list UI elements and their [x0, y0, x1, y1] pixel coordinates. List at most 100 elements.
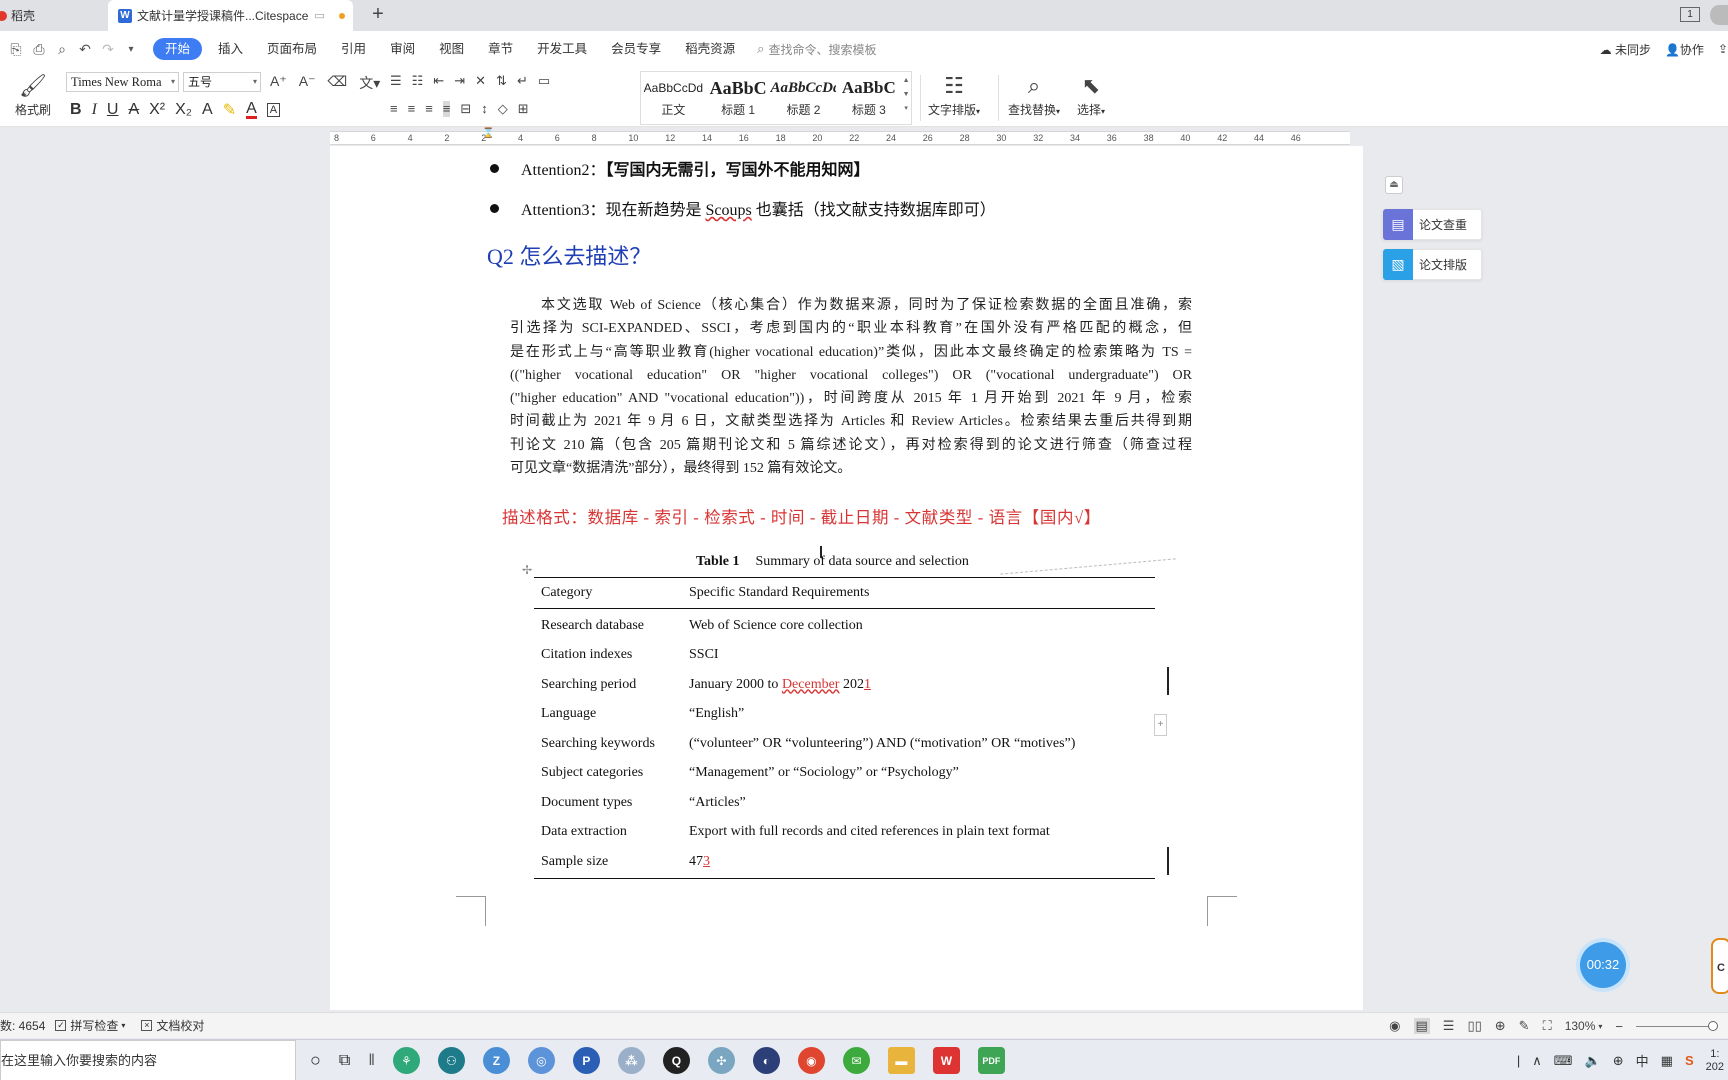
style-heading-3[interactable]: AaBbC 标题 3: [836, 72, 901, 124]
ime-icon[interactable]: 中: [1636, 1051, 1649, 1070]
zoom-slider-knob[interactable]: [1708, 1020, 1718, 1031]
menu-chapter[interactable]: 章节: [476, 38, 525, 60]
format-brush-button[interactable]: 🖌 格式刷: [12, 71, 54, 118]
borders-icon[interactable]: ⊞: [518, 101, 529, 117]
table-cell-category[interactable]: Searching keywords: [534, 736, 689, 752]
reading-view-icon[interactable]: ▯▯: [1467, 1018, 1481, 1034]
pls-app-icon[interactable]: P: [572, 1047, 600, 1074]
indent-marker-icon[interactable]: ⌛: [482, 128, 494, 144]
table-header-cell[interactable]: Category: [534, 585, 689, 601]
collapse-panel-button[interactable]: ⏏: [1385, 176, 1403, 194]
taskbar-search-input[interactable]: 在这里输入你要搜索的内容: [0, 1040, 296, 1080]
decrease-indent-icon[interactable]: ⇤: [433, 73, 444, 89]
more-icon[interactable]: ▾: [123, 44, 139, 55]
shrink-font-icon[interactable]: A⁻: [299, 73, 316, 93]
tab-document[interactable]: W 文献计量学授课稿件...Citespace ▭: [108, 0, 353, 31]
menu-page-layout[interactable]: 页面布局: [255, 38, 329, 60]
zoom-out-icon[interactable]: −: [1615, 1019, 1623, 1034]
cortana-icon[interactable]: ○: [310, 1050, 321, 1071]
subscript-icon[interactable]: X₂: [175, 101, 192, 119]
table-cell-value[interactable]: January 2000 to December 2021: [689, 677, 1155, 693]
align-left-icon[interactable]: ≡: [390, 101, 398, 117]
style-heading-2[interactable]: AaBbCcDd 标题 2: [770, 72, 836, 124]
task-view-icon[interactable]: ⧉: [339, 1052, 350, 1070]
shading-icon[interactable]: ◇: [498, 101, 508, 117]
floating-assistant[interactable]: C: [1711, 938, 1728, 994]
save-icon[interactable]: ⎘: [8, 41, 24, 58]
increase-indent-icon[interactable]: ⇥: [454, 73, 465, 89]
table-cell-category[interactable]: Language: [534, 706, 689, 722]
web-view-icon[interactable]: ⊕: [1495, 1018, 1506, 1034]
style-normal[interactable]: AaBbCcDd 正文: [641, 72, 706, 124]
collab-button[interactable]: 👤协作: [1665, 41, 1704, 58]
justify-icon[interactable]: ≡: [442, 101, 451, 117]
word-count[interactable]: 数: 4654: [0, 1017, 45, 1034]
tab-docer[interactable]: 稻壳: [0, 0, 108, 31]
zotero-app-icon[interactable]: Z: [482, 1047, 510, 1074]
command-search[interactable]: ⌕ 查找命令、搜索模板: [757, 41, 876, 58]
expand-icon[interactable]: ▾: [901, 102, 911, 116]
table-cell-value[interactable]: SSCI: [689, 647, 1155, 663]
table-header-cell[interactable]: Specific Standard Requirements: [689, 585, 1155, 601]
menu-developer[interactable]: 开发工具: [525, 38, 599, 60]
table-cell-category[interactable]: Subject categories: [534, 765, 689, 781]
browser-app-icon[interactable]: ◎: [527, 1047, 555, 1074]
zoom-level[interactable]: 130%: [1565, 1019, 1596, 1033]
text-layout-button[interactable]: ☷ 文字排版▾: [928, 71, 980, 118]
network-icon[interactable]: ⊕: [1613, 1053, 1624, 1069]
doc-proof-button[interactable]: × 文档校对: [141, 1017, 204, 1034]
table-cell-value[interactable]: (“volunteer” OR “volunteering”) AND (“mo…: [689, 736, 1155, 752]
chevron-up-icon[interactable]: ▲: [901, 74, 911, 88]
qq-app-icon[interactable]: Q: [662, 1047, 690, 1074]
chevron-down-icon[interactable]: ▼: [901, 88, 911, 102]
window-mode-icon[interactable]: ▭: [314, 9, 324, 22]
clear-format-icon[interactable]: ⌫: [327, 73, 347, 93]
tab-stops-icon[interactable]: ▭: [538, 73, 550, 89]
select-button[interactable]: ⬉ 选择▾: [1077, 71, 1105, 118]
table-cell-value[interactable]: “Management” or “Sociology” or “Psycholo…: [689, 765, 1155, 781]
network-app-icon[interactable]: ⚇: [437, 1047, 465, 1074]
distribute-icon[interactable]: ⊟: [460, 101, 471, 117]
align-center-icon[interactable]: ≡: [408, 101, 416, 117]
paper-layout-button[interactable]: ▧ 论文排版: [1382, 249, 1482, 280]
numbered-list-icon[interactable]: ☷: [412, 73, 424, 89]
highlight-icon[interactable]: ✎: [223, 100, 236, 120]
font-color-icon[interactable]: A: [246, 100, 257, 119]
citespace-app-icon[interactable]: ⚘: [392, 1047, 420, 1074]
vosviewer-app-icon[interactable]: ⁂: [617, 1047, 645, 1074]
zoom-slider[interactable]: [1636, 1020, 1718, 1031]
table-cell-value[interactable]: Web of Science core collection: [689, 618, 1155, 634]
new-tab-button[interactable]: +: [366, 3, 390, 27]
write-mode-icon[interactable]: ✎: [1519, 1018, 1530, 1034]
table-cell-value[interactable]: Export with full records and cited refer…: [689, 824, 1155, 840]
print-icon[interactable]: ⎙: [31, 41, 47, 58]
chrome-app-icon[interactable]: ◉: [797, 1047, 825, 1074]
table-cell-value[interactable]: 473: [689, 854, 1155, 870]
window-count-badge[interactable]: 1: [1680, 7, 1700, 22]
spell-check-toggle[interactable]: ✓ 拼写检查 ▾: [55, 1017, 125, 1034]
sogou-icon[interactable]: S: [1685, 1053, 1694, 1068]
menu-insert[interactable]: 插入: [206, 38, 255, 60]
table-cell-value[interactable]: “Articles”: [689, 795, 1155, 811]
page-view-icon[interactable]: ▤: [1413, 1018, 1430, 1034]
underline-icon[interactable]: U: [107, 101, 119, 119]
table-cell-category[interactable]: Sample size: [534, 854, 689, 870]
char-border-icon[interactable]: A: [266, 103, 281, 117]
text-effect-icon[interactable]: A: [202, 101, 213, 119]
clock-icon[interactable]: 1: 202: [1706, 1048, 1724, 1074]
volume-icon[interactable]: 🔈: [1585, 1053, 1601, 1069]
recording-timer[interactable]: 00:32: [1580, 942, 1626, 988]
bold-icon[interactable]: B: [70, 101, 82, 119]
sort-icon[interactable]: ⇅: [496, 73, 507, 89]
folder-app-icon[interactable]: ▬: [887, 1047, 915, 1074]
sync-status[interactable]: ☁ 未同步: [1600, 41, 1651, 58]
style-heading-1[interactable]: AaBbC 标题 1: [706, 72, 771, 124]
pdf-app-icon[interactable]: PDF: [977, 1047, 1005, 1074]
print-preview-icon[interactable]: ⌕: [54, 41, 70, 58]
paper-check-button[interactable]: ▤ 论文查重: [1382, 209, 1482, 240]
keyboard-icon[interactable]: ▦: [1661, 1053, 1673, 1069]
table-cell-category[interactable]: Citation indexes: [534, 647, 689, 663]
menu-member[interactable]: 会员专享: [599, 38, 673, 60]
grow-font-icon[interactable]: A⁺: [270, 73, 287, 93]
avatar[interactable]: [1710, 5, 1728, 25]
